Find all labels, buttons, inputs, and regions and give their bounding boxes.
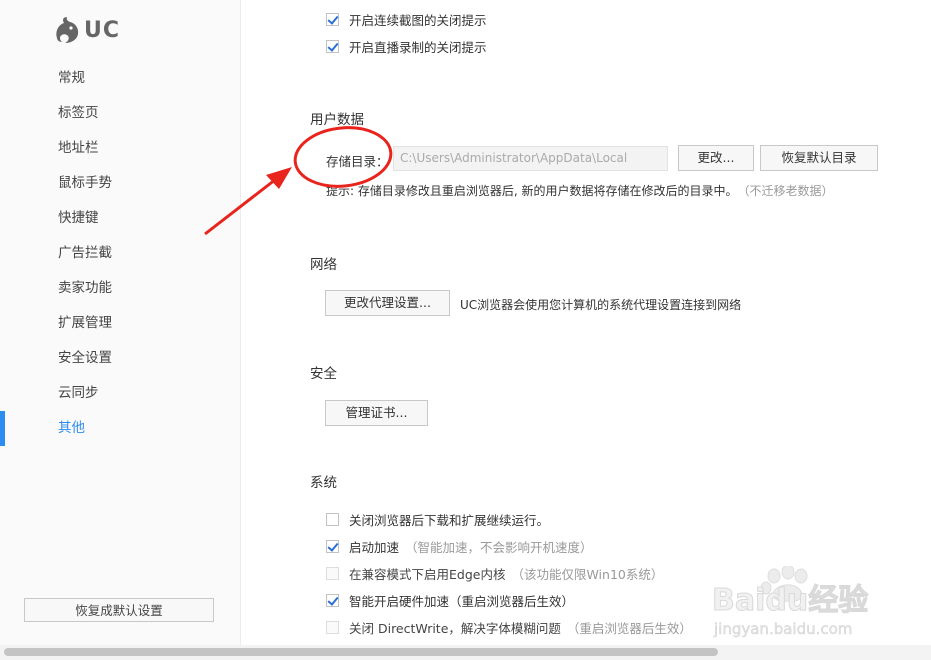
manage-certificates-button[interactable]: 管理证书... bbox=[325, 400, 428, 426]
horizontal-scrollbar[interactable] bbox=[0, 645, 931, 660]
settings-sidebar: UC 常规 标签页 地址栏 鼠标手势 快捷键 广告拦截 卖家功能 扩展管理 安全… bbox=[0, 0, 241, 645]
storage-hint-text: 提示: 存储目录修改且重启浏览器后, 新的用户数据将存储在修改后的目录中。 bbox=[326, 184, 738, 198]
continuous-capture-checkbox[interactable] bbox=[326, 13, 339, 26]
system-option-edge-kernel[interactable]: 在兼容模式下启用Edge内核 （该功能仅限Win10系统） bbox=[326, 564, 663, 583]
storage-hint: 提示: 存储目录修改且重启浏览器后, 新的用户数据将存储在修改后的目录中。 （不迁… bbox=[326, 182, 834, 199]
logo-text: UC bbox=[84, 17, 121, 43]
restore-defaults-button[interactable]: 恢复成默认设置 bbox=[24, 598, 214, 622]
edge-kernel-label: 在兼容模式下启用Edge内核 bbox=[349, 567, 506, 582]
system-title: 系统 bbox=[310, 475, 337, 491]
continuous-capture-label: 开启连续截图的关闭提示 bbox=[349, 13, 487, 28]
uc-logo: UC bbox=[54, 14, 120, 46]
user-data-title: 用户数据 bbox=[310, 112, 364, 128]
storage-hint-note: （不迁移老数据） bbox=[743, 184, 834, 198]
live-record-label: 开启直播录制的关闭提示 bbox=[349, 40, 487, 55]
background-run-label: 关闭浏览器后下载和扩展继续运行。 bbox=[349, 513, 550, 528]
system-option-directwrite[interactable]: 关闭 DirectWrite，解决字体模糊问题 （重启浏览器后生效） bbox=[326, 618, 692, 637]
sidebar-item-seller[interactable]: 卖家功能 bbox=[0, 271, 240, 306]
hw-accel-checkbox[interactable] bbox=[326, 594, 339, 607]
sidebar-item-other[interactable]: 其他 bbox=[0, 411, 240, 446]
proxy-settings-button[interactable]: 更改代理设置... bbox=[325, 290, 450, 316]
restore-dir-button[interactable]: 恢复默认目录 bbox=[760, 145, 878, 171]
sidebar-item-security[interactable]: 安全设置 bbox=[0, 341, 240, 376]
squirrel-icon bbox=[56, 17, 79, 43]
startup-boost-note: （智能加速，不会影响开机速度） bbox=[405, 540, 593, 555]
settings-main: 开启连续截图的关闭提示 开启直播录制的关闭提示 用户数据 存储目录： C:\Us… bbox=[241, 0, 931, 645]
directwrite-note: （重启浏览器后生效） bbox=[566, 621, 692, 636]
system-option-hw-accel[interactable]: 智能开启硬件加速（重启浏览器后生效） bbox=[326, 591, 574, 610]
directwrite-label: 关闭 DirectWrite，解决字体模糊问题 bbox=[349, 621, 561, 636]
sidebar-item-shortcuts[interactable]: 快捷键 bbox=[0, 201, 240, 236]
directwrite-checkbox[interactable] bbox=[326, 621, 339, 634]
edge-kernel-checkbox[interactable] bbox=[326, 567, 339, 580]
watermark-brand: Baidu经验 bbox=[712, 583, 868, 618]
sidebar-item-general[interactable]: 常规 bbox=[0, 61, 240, 96]
change-dir-button[interactable]: 更改... bbox=[678, 145, 754, 171]
startup-boost-label: 启动加速 bbox=[349, 540, 400, 555]
baidu-watermark: Baidu经验 jingyan.baidu.com bbox=[712, 566, 869, 638]
system-option-startup-boost[interactable]: 启动加速 （智能加速，不会影响开机速度） bbox=[326, 537, 593, 556]
continuous-capture-option[interactable]: 开启连续截图的关闭提示 bbox=[326, 10, 487, 29]
storage-path-field[interactable]: C:\Users\Administrator\AppData\Local bbox=[393, 146, 668, 171]
sidebar-item-address-bar[interactable]: 地址栏 bbox=[0, 131, 240, 166]
sidebar-item-mouse-gestures[interactable]: 鼠标手势 bbox=[0, 166, 240, 201]
startup-boost-checkbox[interactable] bbox=[326, 540, 339, 553]
sidebar-item-tabs[interactable]: 标签页 bbox=[0, 96, 240, 131]
watermark-url: jingyan.baidu.com bbox=[713, 620, 852, 638]
background-run-checkbox[interactable] bbox=[326, 513, 339, 526]
system-option-background-run[interactable]: 关闭浏览器后下载和扩展继续运行。 bbox=[326, 510, 549, 529]
sidebar-item-ad-block[interactable]: 广告拦截 bbox=[0, 236, 240, 271]
live-record-checkbox[interactable] bbox=[326, 40, 339, 53]
edge-kernel-note: （该功能仅限Win10系统） bbox=[511, 567, 664, 582]
sidebar-item-extensions[interactable]: 扩展管理 bbox=[0, 306, 240, 341]
proxy-description: UC浏览器会使用您计算机的系统代理设置连接到网络 bbox=[460, 298, 742, 312]
live-record-option[interactable]: 开启直播录制的关闭提示 bbox=[326, 37, 487, 56]
sidebar-item-cloud-sync[interactable]: 云同步 bbox=[0, 376, 240, 411]
network-title: 网络 bbox=[310, 257, 337, 273]
security-title: 安全 bbox=[310, 366, 337, 382]
scrollbar-thumb[interactable] bbox=[4, 648, 718, 656]
sidebar-nav: 常规 标签页 地址栏 鼠标手势 快捷键 广告拦截 卖家功能 扩展管理 安全设置 … bbox=[0, 61, 240, 446]
storage-dir-label: 存储目录： bbox=[326, 154, 389, 169]
hw-accel-label: 智能开启硬件加速（重启浏览器后生效） bbox=[349, 594, 575, 609]
